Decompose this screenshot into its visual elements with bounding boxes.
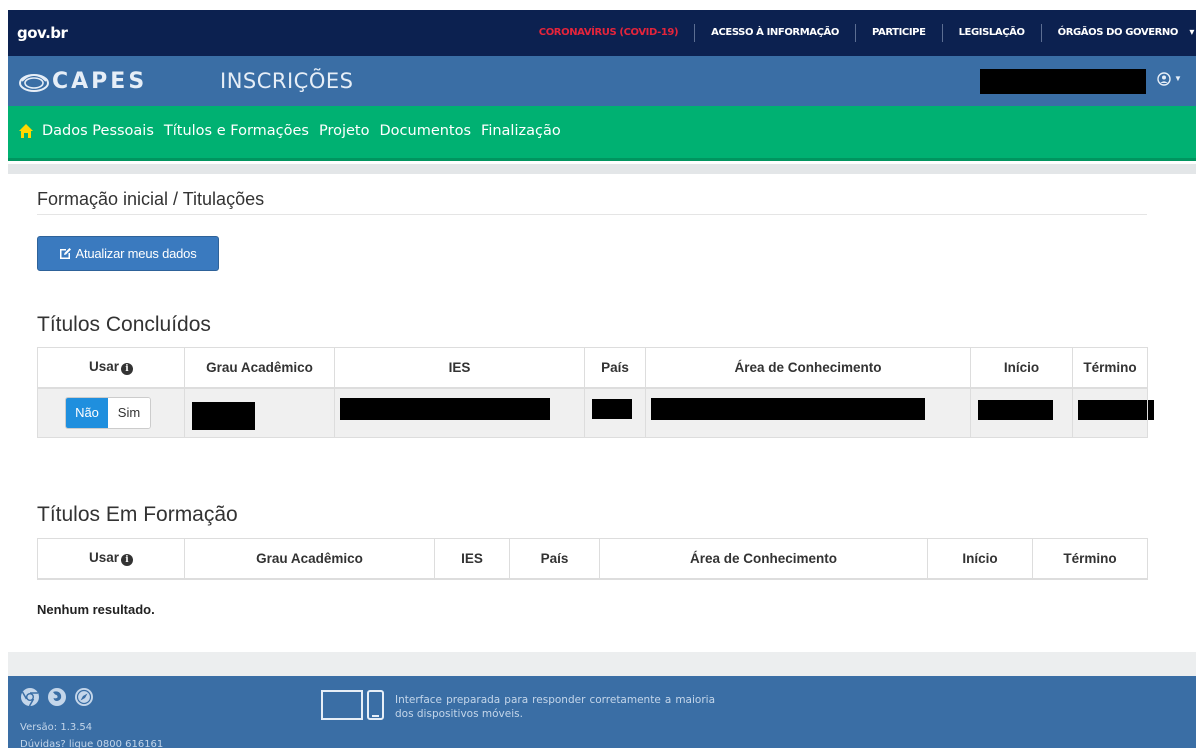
table-em-formacao: Usar i Grau Acadêmico IES País Área de Co… bbox=[37, 538, 1148, 580]
table-header-row: Usar i Grau Acadêmico IES País Área de Co… bbox=[37, 538, 1148, 580]
col-header-area[interactable]: Área de Conhecimento bbox=[599, 538, 928, 580]
cell-usar: Não Sim bbox=[37, 387, 185, 438]
user-menu-caret-icon[interactable]: ▼ bbox=[1174, 74, 1182, 83]
safari-icon bbox=[75, 688, 93, 706]
redacted-value bbox=[340, 397, 550, 420]
col-header-pais[interactable]: País bbox=[584, 347, 646, 389]
main-nav: Dados Pessoais Títulos e Formações Proje… bbox=[8, 106, 1196, 161]
gov-link-orgaos-label: ÓRGÃOS DO GOVERNO bbox=[1057, 27, 1179, 38]
col-header-pais[interactable]: País bbox=[509, 538, 600, 580]
redacted-value bbox=[1078, 399, 1154, 420]
col-header-grau[interactable]: Grau Acadêmico bbox=[184, 538, 435, 580]
redacted-value bbox=[651, 397, 925, 420]
cell-pais bbox=[584, 387, 646, 438]
info-icon[interactable]: i bbox=[121, 554, 134, 567]
user-name-redacted bbox=[980, 69, 1146, 94]
col-header-area[interactable]: Área de Conhecimento bbox=[645, 347, 971, 389]
col-header-inicio[interactable]: Início bbox=[970, 347, 1073, 389]
empty-state-text: Nenhum resultado. bbox=[37, 602, 155, 617]
table-row: Não Sim bbox=[37, 387, 1154, 438]
update-data-button[interactable]: Atualizar meus dados bbox=[37, 236, 219, 271]
col-header-grau[interactable]: Grau Acadêmico bbox=[184, 347, 335, 389]
col-header-termino[interactable]: Término bbox=[1072, 347, 1148, 389]
home-icon[interactable] bbox=[18, 123, 34, 139]
app-header: CAPES INSCRIÇÕES ▼ bbox=[8, 56, 1196, 106]
chevron-down-icon: ▾ bbox=[1189, 27, 1194, 38]
col-header-usar: Usar i bbox=[37, 538, 185, 580]
cell-ies bbox=[334, 387, 585, 438]
section-divider bbox=[37, 214, 1147, 215]
gov-bar: gov.br CORONAVÍRUS (COVID-19) ACESSO À I… bbox=[8, 10, 1196, 56]
gov-link-orgaos-dropdown[interactable]: ÓRGÃOS DO GOVERNO ▾ bbox=[1040, 24, 1196, 42]
info-icon[interactable]: i bbox=[121, 363, 134, 376]
firefox-icon bbox=[48, 688, 66, 706]
edit-icon bbox=[60, 248, 72, 259]
cell-inicio bbox=[970, 387, 1073, 438]
gov-link-legislacao[interactable]: LEGISLAÇÃO bbox=[941, 24, 1041, 42]
update-data-button-label: Atualizar meus dados bbox=[75, 246, 197, 261]
footer-divider bbox=[8, 652, 1196, 676]
col-header-ies[interactable]: IES bbox=[334, 347, 585, 389]
capes-emblem-icon bbox=[19, 74, 49, 92]
gov-link-covid[interactable]: CORONAVÍRUS (COVID-19) bbox=[523, 24, 694, 42]
redacted-value bbox=[978, 399, 1053, 420]
table-header-row: Usar i Grau Acadêmico IES País Área de Co… bbox=[37, 347, 1148, 389]
help-phone-text: Dúvidas? ligue 0800 616161 bbox=[20, 739, 164, 748]
table-concluidos: Usar i Grau Acadêmico IES País Área de Co… bbox=[37, 347, 1154, 438]
page-app-title: INSCRIÇÕES bbox=[220, 69, 354, 93]
section-title-em-formacao: Títulos Em Formação bbox=[37, 503, 238, 526]
section-title-concluidos: Títulos Concluídos bbox=[37, 313, 211, 336]
toggle-nao-button[interactable]: Não bbox=[66, 397, 108, 428]
col-header-ies[interactable]: IES bbox=[434, 538, 510, 580]
col-header-inicio[interactable]: Início bbox=[927, 538, 1033, 580]
user-avatar-icon[interactable] bbox=[1157, 72, 1171, 86]
header-divider bbox=[8, 164, 1196, 174]
cell-grau bbox=[184, 387, 335, 438]
browser-icons bbox=[20, 687, 94, 707]
version-text: Versão: 1.3.54 bbox=[20, 722, 93, 733]
nav-item-documentos[interactable]: Documentos bbox=[380, 123, 472, 139]
section-title-formacao: Formação inicial / Titulações bbox=[37, 189, 265, 209]
nav-item-titulos-formacoes[interactable]: Títulos e Formações bbox=[164, 123, 309, 139]
gov-links: CORONAVÍRUS (COVID-19) ACESSO À INFORMAÇ… bbox=[523, 10, 1196, 56]
redacted-value bbox=[592, 398, 632, 419]
nav-item-dados-pessoais[interactable]: Dados Pessoais bbox=[42, 123, 154, 139]
footer: Versão: 1.3.54 Dúvidas? ligue 0800 61616… bbox=[8, 676, 1196, 748]
responsive-note: Interface preparada para responder corre… bbox=[395, 694, 715, 720]
chrome-icon bbox=[21, 688, 39, 707]
nav-item-projeto[interactable]: Projeto bbox=[319, 123, 370, 139]
cell-area bbox=[645, 387, 971, 438]
gov-link-participe[interactable]: PARTICIPE bbox=[854, 24, 942, 42]
cell-termino bbox=[1072, 387, 1154, 438]
redacted-value bbox=[192, 401, 255, 430]
responsive-devices-icon bbox=[321, 690, 384, 720]
toggle-sim-button[interactable]: Sim bbox=[108, 397, 150, 428]
col-header-usar: Usar i bbox=[37, 347, 185, 389]
gov-link-acesso-informacao[interactable]: ACESSO À INFORMAÇÃO bbox=[694, 24, 855, 42]
govbr-logo[interactable]: gov.br bbox=[17, 24, 68, 42]
usar-toggle[interactable]: Não Sim bbox=[65, 396, 151, 429]
capes-brand-text: CAPES bbox=[52, 68, 148, 94]
nav-item-finalizacao[interactable]: Finalização bbox=[481, 123, 561, 139]
capes-logo[interactable]: CAPES bbox=[18, 66, 147, 96]
col-header-termino[interactable]: Término bbox=[1032, 538, 1148, 580]
